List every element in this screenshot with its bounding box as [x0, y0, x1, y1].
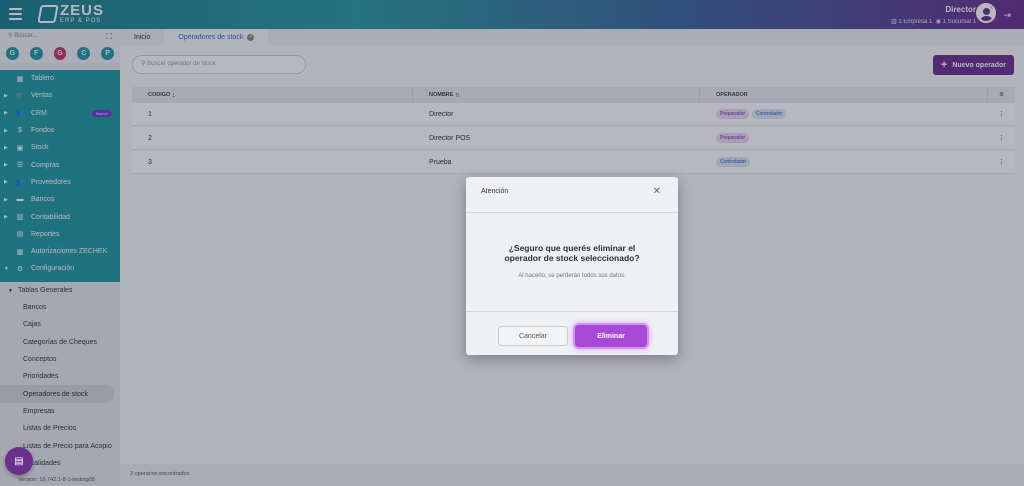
dialog-header: Atención ✕ — [466, 177, 678, 213]
delete-button[interactable]: Eliminar — [575, 325, 647, 347]
cancel-button[interactable]: Cancelar — [498, 326, 568, 346]
chat-button[interactable]: ▤ — [5, 447, 33, 475]
close-icon[interactable]: ✕ — [653, 186, 661, 197]
confirm-delete-dialog: Atención ✕ ¿Seguro que querés eliminar e… — [466, 177, 678, 355]
dialog-description: Al hacerlo, se perderán todos sus datos. — [518, 273, 626, 279]
chat-icon: ▤ — [14, 455, 24, 467]
dialog-title: ¿Seguro que querés eliminar el operador … — [504, 243, 640, 263]
dialog-header-label: Atención — [481, 188, 509, 195]
dialog-footer: Cancelar Eliminar — [466, 311, 678, 355]
